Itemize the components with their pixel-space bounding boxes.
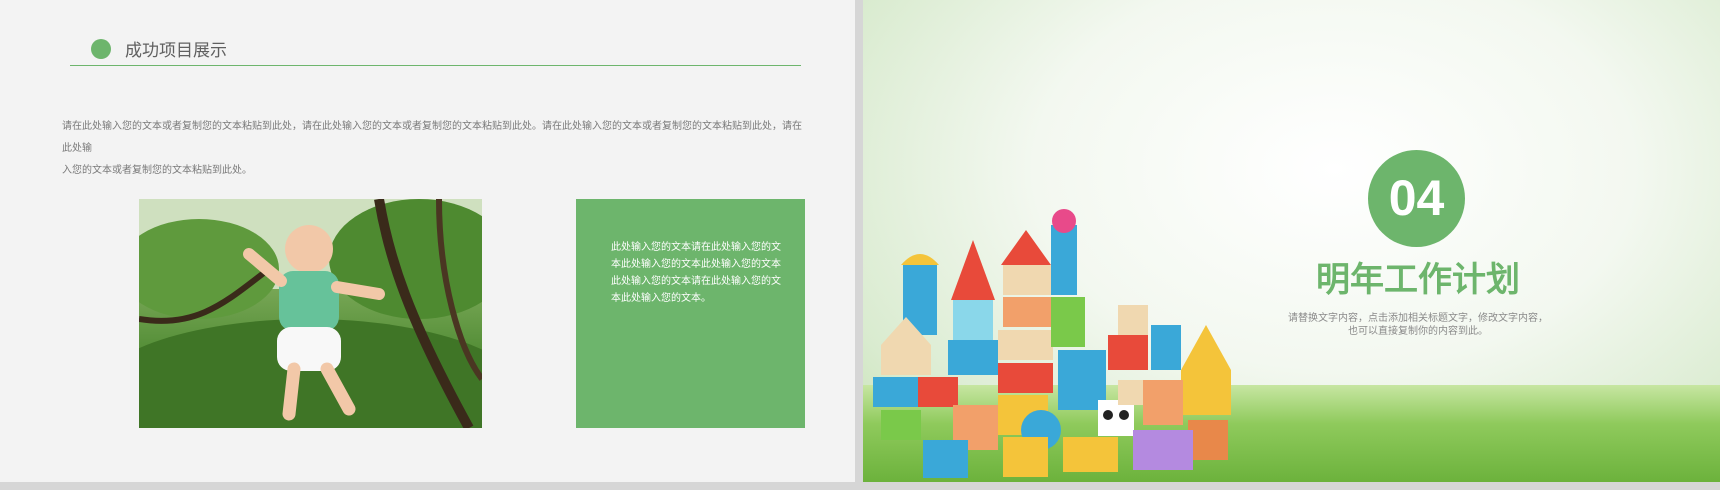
body-line: 请在此处输入您的文本或者复制您的文本粘贴到此处，请在此处输入您的文本或者复制您的…	[62, 121, 802, 154]
section-number-badge: 04	[1368, 150, 1465, 247]
subtext-line: 请替换文字内容，点击添加相关标题文字，修改文字内容，	[1288, 313, 1548, 324]
text-box-green: 此处输入您的文本请在此处输入您的文 本此处输入您的文本此处输入您的文本 此处输入…	[576, 199, 805, 428]
subtext-line: 也可以直接复制你的内容到此。	[1348, 326, 1488, 337]
text-box-line: 此处输入您的文本请在此处输入您的文	[611, 242, 781, 253]
body-line: 入您的文本或者复制您的文本粘贴到此处。	[62, 165, 252, 176]
baby-photo-illustration	[139, 199, 482, 428]
title-bullet-dot	[91, 39, 111, 59]
text-box-line: 本此处输入您的文本此处输入您的文本	[611, 259, 781, 270]
text-box-line: 本此处输入您的文本。	[611, 293, 711, 304]
section-subtext: 请替换文字内容，点击添加相关标题文字，修改文字内容， 也可以直接复制你的内容到此…	[1258, 312, 1578, 338]
body-paragraph: 请在此处输入您的文本或者复制您的文本粘贴到此处，请在此处输入您的文本或者复制您的…	[62, 116, 802, 182]
slide-title: 成功项目展示	[125, 41, 227, 61]
title-underline	[70, 65, 801, 66]
text-box-line: 此处输入您的文本请在此处输入您的文	[611, 276, 781, 287]
toy-blocks-illustration	[873, 209, 1231, 478]
baby-photo	[139, 199, 482, 428]
section-heading: 明年工作计划	[1316, 260, 1520, 300]
slide-next-year-plan[interactable]: 04 明年工作计划 请替换文字内容，点击添加相关标题文字，修改文字内容， 也可以…	[863, 0, 1720, 482]
text-box-content: 此处输入您的文本请在此处输入您的文 本此处输入您的文本此处输入您的文本 此处输入…	[611, 239, 781, 307]
slide-success-projects[interactable]: 成功项目展示 请在此处输入您的文本或者复制您的文本粘贴到此处，请在此处输入您的文…	[0, 0, 855, 482]
